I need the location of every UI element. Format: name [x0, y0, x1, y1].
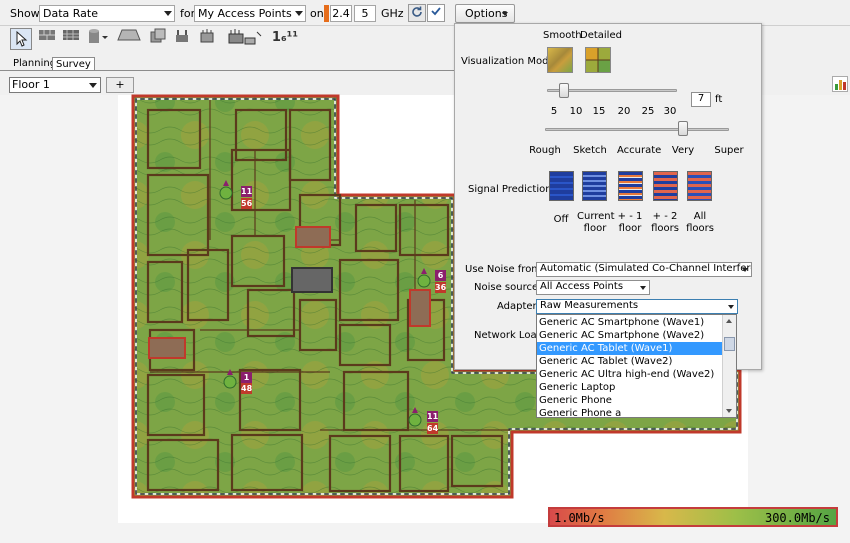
smooth-label: Smooth — [543, 30, 582, 41]
grid-tick: 5 — [550, 106, 558, 117]
use-noise-from-label: Use Noise from: — [465, 264, 545, 275]
ap-id-badge: 36 — [435, 282, 447, 293]
chevron-down-icon — [728, 305, 734, 309]
adapter-option[interactable]: Generic Phone — [537, 394, 723, 407]
chevron-down-icon — [640, 286, 646, 290]
noise-sources-value: All Access Points — [540, 281, 624, 292]
adapter-option[interactable]: Generic Laptop — [537, 381, 723, 394]
use-noise-from-value: Automatic (Simulated Co-Channel Interfer… — [540, 263, 751, 274]
adapter-value: Raw Measurements — [540, 300, 639, 311]
quality-thumb[interactable] — [678, 121, 688, 136]
ap-channel-badge: 11 — [427, 411, 439, 422]
signal-prediction-label: Signal Prediction: — [468, 184, 555, 195]
legend-min: 1.0Mb/s — [554, 511, 605, 525]
adapter-label: Adapter: — [497, 301, 540, 312]
prediction-option-label: Current floor — [577, 211, 615, 234]
chevron-down-icon — [742, 268, 748, 272]
adapter-option-selected[interactable]: Generic AC Tablet (Wave1) — [537, 342, 723, 355]
noise-sources-select[interactable]: All Access Points — [536, 280, 650, 295]
detailed-mode-button[interactable] — [585, 47, 611, 73]
ap-channel-badge: 1 — [241, 372, 252, 383]
grid-tick: 10 — [569, 106, 583, 117]
quality-track[interactable] — [545, 128, 729, 131]
quality-tick: Very — [671, 145, 695, 156]
smooth-mode-button[interactable] — [547, 47, 573, 73]
grid-tick: 30 — [663, 106, 677, 117]
prediction-option-label: + - 1 floor — [617, 211, 643, 234]
prediction-current-floor-button[interactable] — [582, 171, 607, 201]
adapter-option[interactable]: Generic AC Ultra high-end (Wave2) — [537, 368, 723, 381]
adapter-dropdown-list[interactable]: Generic AC Smartphone (Wave1) Generic AC… — [536, 314, 737, 418]
quality-tick: Super — [714, 145, 744, 156]
detailed-label: Detailed — [580, 30, 622, 41]
prediction-option-label: + - 2 floors — [651, 211, 679, 234]
prediction-off-button[interactable] — [549, 171, 574, 201]
adapter-option[interactable]: Generic AC Smartphone (Wave2) — [537, 329, 723, 342]
grid-tick: 20 — [617, 106, 631, 117]
prediction-all-floors-button[interactable] — [687, 171, 712, 201]
prediction-plus-minus-2-button[interactable] — [653, 171, 678, 201]
scroll-thumb[interactable] — [724, 337, 735, 351]
adapter-list-scrollbar[interactable] — [722, 315, 736, 417]
visualization-mode-label: Visualization Mode: — [461, 56, 558, 67]
prediction-option-label: Off — [553, 214, 569, 225]
prediction-plus-minus-1-button[interactable] — [618, 171, 643, 201]
grid-unit-label: ft — [715, 94, 723, 105]
chart-button[interactable] — [832, 76, 848, 92]
grid-size-thumb[interactable] — [559, 83, 569, 98]
ap-id-badge: 48 — [241, 383, 253, 394]
grid-tick: 15 — [592, 106, 606, 117]
grid-detail-icon — [586, 48, 610, 72]
adapter-option[interactable]: Generic AC Tablet (Wave2) — [537, 355, 723, 368]
grid-size-field[interactable]: 7 — [691, 92, 711, 107]
adapter-option[interactable]: Generic Phone a — [537, 407, 723, 417]
quality-tick: Sketch — [573, 145, 607, 156]
ap-id-badge: 64 — [427, 423, 439, 434]
ap-channel-badge: 11 — [241, 186, 253, 197]
grid-tick: 25 — [641, 106, 655, 117]
scroll-down-icon[interactable] — [726, 409, 732, 413]
adapter-option[interactable]: Generic AC Smartphone (Wave1) — [537, 316, 723, 329]
scroll-up-icon[interactable] — [726, 319, 732, 323]
data-rate-legend: 1.0Mb/s 300.0Mb/s — [548, 507, 838, 527]
bar-chart-icon — [835, 80, 846, 90]
prediction-option-label: All floors — [686, 211, 714, 234]
ap-channel-badge: 6 — [435, 270, 446, 281]
ap-id-badge: 56 — [241, 198, 253, 209]
legend-max: 300.0Mb/s — [764, 511, 830, 525]
use-noise-from-select[interactable]: Automatic (Simulated Co-Channel Interfer… — [536, 262, 752, 277]
quality-tick: Accurate — [617, 145, 662, 156]
quality-tick: Rough — [529, 145, 561, 156]
adapter-select[interactable]: Raw Measurements — [536, 299, 738, 314]
